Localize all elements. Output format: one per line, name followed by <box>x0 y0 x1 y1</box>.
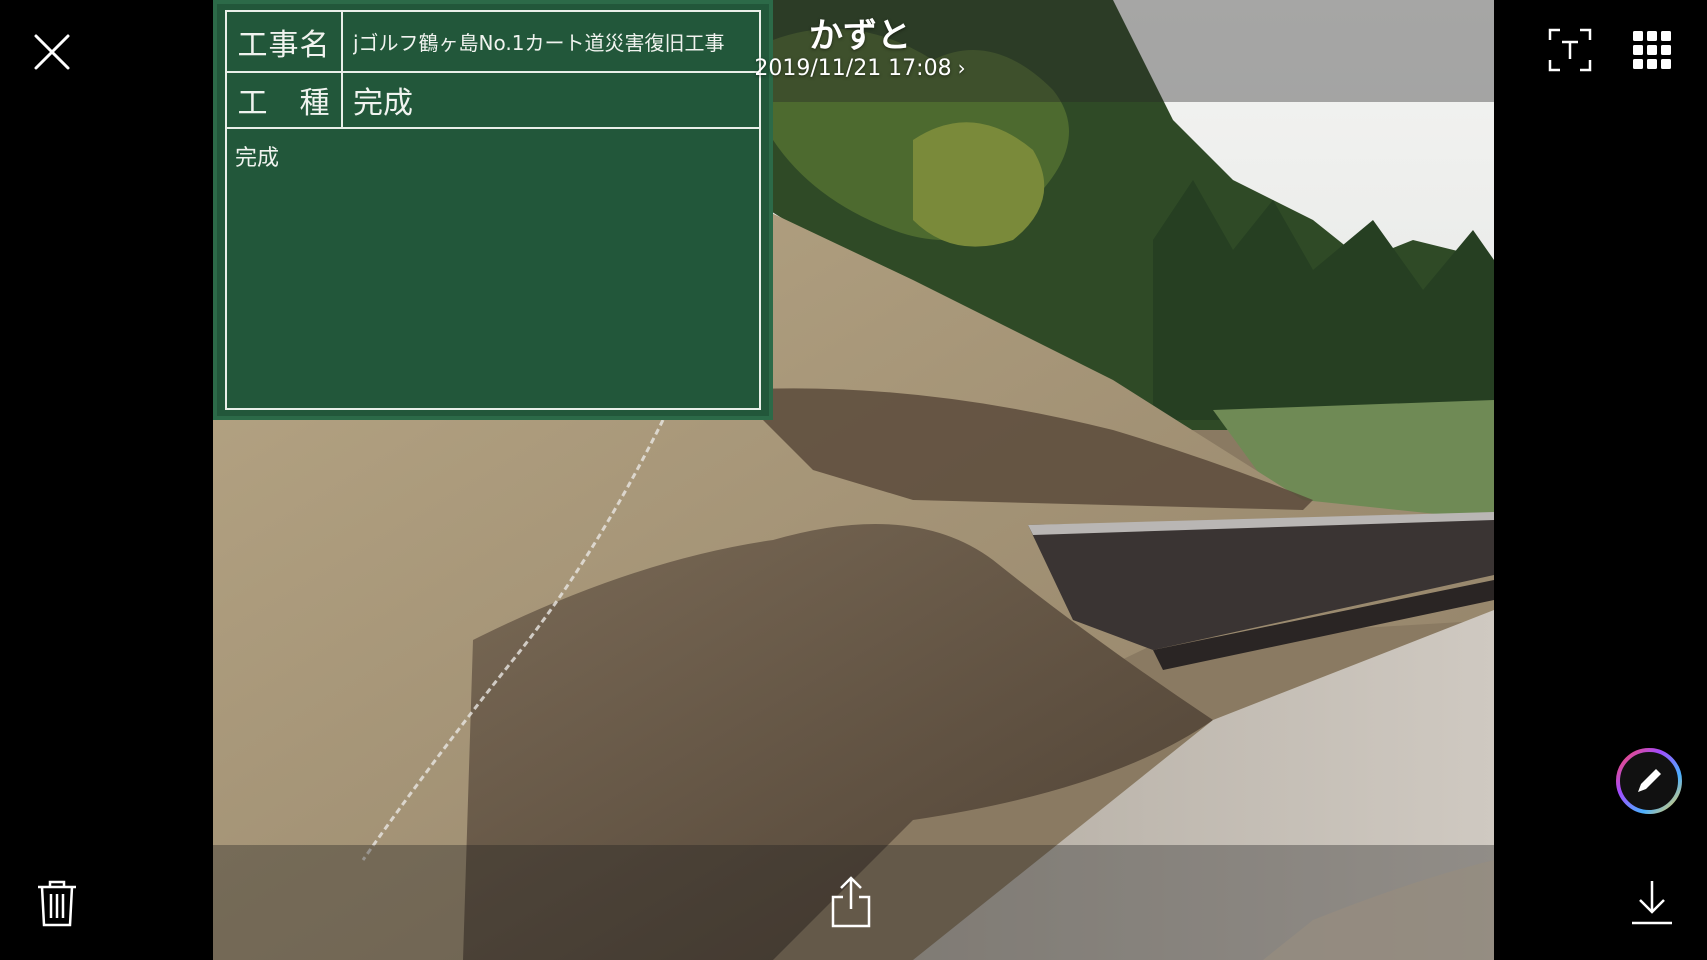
close-button[interactable] <box>28 28 76 76</box>
blackboard-row-work-type: 工 種 完成 <box>227 73 759 129</box>
text-recognition-icon <box>1548 28 1592 72</box>
chevron-right-icon: › <box>957 56 966 80</box>
trash-icon <box>38 880 76 927</box>
page-title: かずと <box>809 16 911 56</box>
photo-datetime-link[interactable]: 2019/11/21 17:08 › <box>700 56 1020 81</box>
text-recognition-button[interactable] <box>1544 24 1596 76</box>
photo-datetime: 2019/11/21 17:08 <box>754 56 952 81</box>
close-icon <box>34 34 70 70</box>
work-type-value: 完成 <box>353 86 413 121</box>
download-button[interactable] <box>1626 876 1678 928</box>
share-button[interactable] <box>826 874 876 930</box>
work-type-label: 工 種 <box>227 73 343 127</box>
blackboard-note: 完成 <box>235 146 280 171</box>
grid-view-button[interactable] <box>1626 24 1678 76</box>
delete-button[interactable] <box>32 876 82 930</box>
blackboard-frame: 工事名 jゴルフ鶴ヶ島No.1カート道災害復旧工事 工 種 完成 完成 <box>225 10 761 410</box>
construction-blackboard: 工事名 jゴルフ鶴ヶ島No.1カート道災害復旧工事 工 種 完成 完成 <box>213 0 773 420</box>
blackboard-row-project: 工事名 jゴルフ鶴ヶ島No.1カート道災害復旧工事 <box>227 12 759 73</box>
project-name-value: jゴルフ鶴ヶ島No.1カート道災害復旧工事 <box>353 31 725 55</box>
share-icon <box>831 876 871 928</box>
project-name-label: 工事名 <box>227 12 343 71</box>
edit-button[interactable] <box>1614 746 1684 816</box>
pencil-icon <box>1616 748 1682 814</box>
download-icon <box>1632 881 1672 925</box>
grid-icon <box>1633 31 1671 69</box>
